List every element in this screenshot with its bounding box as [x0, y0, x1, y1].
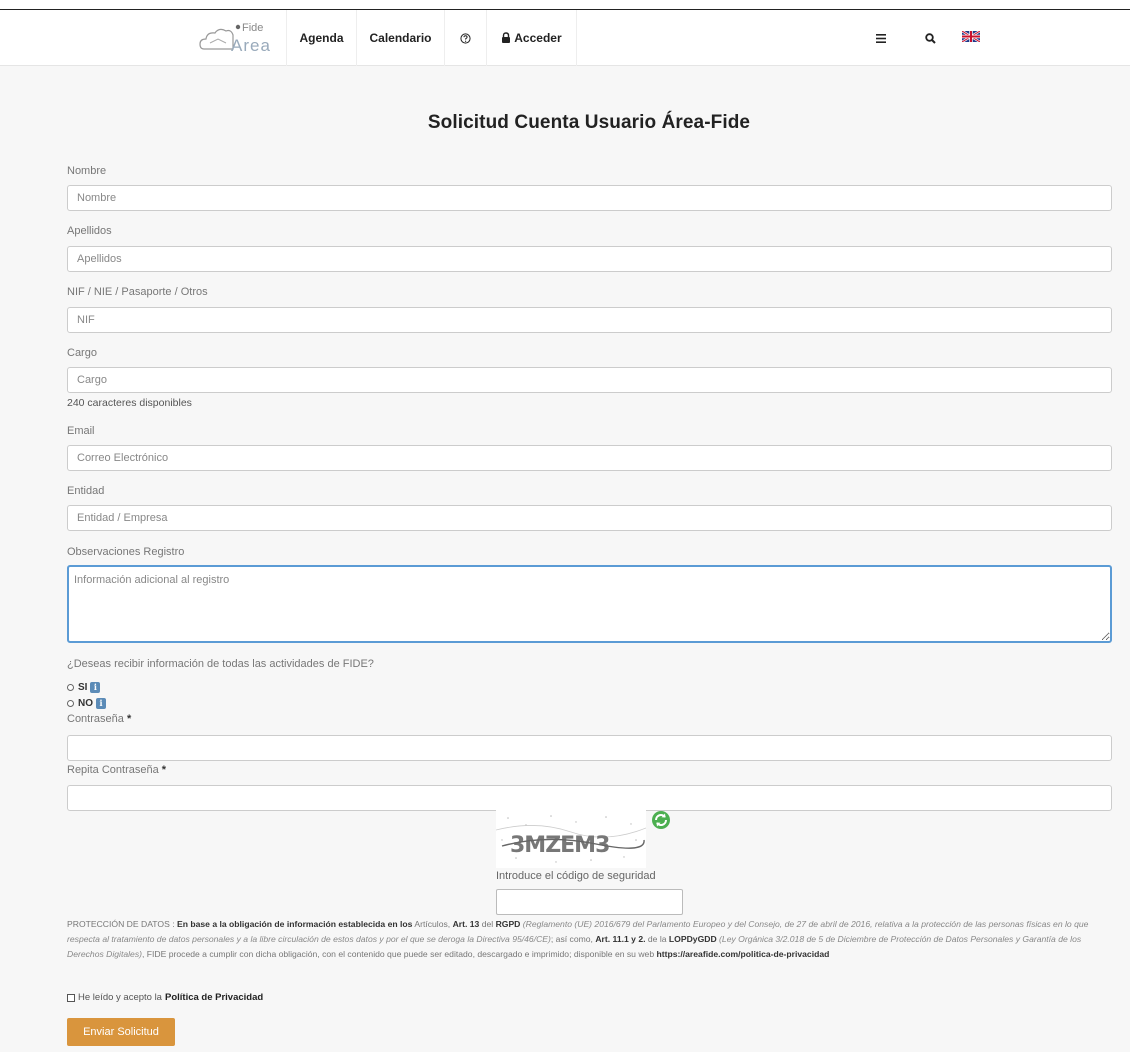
radio-no[interactable]: NO i	[67, 697, 106, 709]
privacy-notice: PROTECCIÓN DE DATOS : En base a la oblig…	[67, 917, 1117, 962]
info-icon[interactable]: i	[90, 681, 101, 693]
nav-agenda[interactable]: Agenda	[286, 10, 356, 66]
nombre-input[interactable]	[67, 185, 1112, 211]
privacy-bold: LOPDyGDD	[668, 934, 717, 944]
search-icon	[924, 33, 936, 44]
captcha-label: Introduce el código de seguridad	[496, 870, 656, 882]
cargo-input[interactable]	[67, 367, 1112, 393]
privacy-text: del	[479, 919, 496, 929]
navbar: Fide Area Agenda Calendario Acceder	[0, 10, 1130, 66]
help-circle-icon	[460, 33, 471, 44]
radio-no-circle[interactable]	[67, 699, 74, 707]
hamburger-icon	[876, 34, 886, 44]
captcha-input[interactable]	[496, 889, 683, 915]
nombre-label: Nombre	[67, 165, 107, 177]
privacy-bold: RGPD	[495, 919, 521, 929]
accept-privacy-text: He leído y acepto la	[78, 992, 162, 1003]
logo-text-bottom: Area	[231, 36, 271, 55]
privacy-text: , FIDE procede a cumplir con dicha oblig…	[142, 949, 657, 959]
nav-login[interactable]: Acceder	[486, 10, 577, 66]
privacy-policy-link[interactable]: Política de Privacidad	[165, 992, 263, 1003]
refresh-captcha-icon[interactable]	[651, 810, 671, 830]
site-logo[interactable]: Fide Area	[198, 19, 276, 59]
captcha-text: 3MZEM3	[510, 833, 609, 858]
page-title: Solicitud Cuenta Usuario Área-Fide	[427, 112, 751, 133]
entidad-input[interactable]	[67, 505, 1112, 531]
nif-input[interactable]	[67, 307, 1112, 333]
apellidos-input[interactable]	[67, 246, 1112, 272]
privacy-text: ; así como,	[550, 934, 596, 944]
login-label: Acceder	[514, 31, 562, 45]
submit-button[interactable]: Enviar Solicitud	[67, 1018, 175, 1046]
privacy-bold: Art. 13	[452, 919, 480, 929]
radio-yes[interactable]: SI i	[67, 681, 101, 693]
entidad-label: Entidad	[67, 485, 105, 497]
search-button[interactable]	[918, 10, 942, 66]
info-icon[interactable]: i	[96, 697, 106, 709]
required-mark: *	[126, 713, 132, 725]
cargo-label: Cargo	[67, 347, 97, 359]
radio-yes-circle[interactable]	[67, 683, 74, 691]
email-input[interactable]	[67, 445, 1112, 471]
accept-privacy-checkbox[interactable]	[67, 993, 75, 1002]
required-mark: *	[161, 764, 167, 776]
password-label: Contraseña *	[67, 713, 131, 725]
privacy-text: Artículos,	[412, 919, 453, 929]
accept-privacy-row[interactable]: He leído y acepto la Política de Privaci…	[67, 992, 263, 1003]
lock-icon	[502, 32, 511, 43]
newsletter-question: ¿Deseas recibir información de todas las…	[67, 658, 374, 670]
privacy-bold: Art. 11.1 y 2.	[595, 934, 646, 944]
observaciones-label: Observaciones Registro	[67, 546, 185, 558]
uk-flag-icon[interactable]	[962, 31, 980, 42]
apellidos-label: Apellidos	[67, 225, 112, 237]
top-border	[0, 0, 1130, 10]
email-label: Email	[67, 425, 95, 437]
privacy-text: de la	[645, 934, 669, 944]
nif-label: NIF / NIE / Pasaporte / Otros	[67, 286, 208, 298]
password-repeat-input[interactable]	[67, 785, 1112, 811]
privacy-bold: En base a la obligación de información e…	[176, 919, 413, 929]
radio-no-label: NO	[78, 697, 93, 709]
nav-calendario[interactable]: Calendario	[356, 10, 444, 66]
password-label-text: Contraseña	[67, 713, 124, 725]
captcha-image: 3MZEM3	[496, 810, 646, 868]
observaciones-textarea[interactable]	[67, 565, 1112, 643]
password-repeat-label: Repita Contraseña *	[67, 764, 166, 776]
menu-button[interactable]	[868, 10, 894, 66]
privacy-policy-link[interactable]: https://areafide.com/politica-de-privaci…	[657, 949, 830, 959]
password-repeat-label-text: Repita Contraseña	[67, 764, 159, 776]
password-input[interactable]	[67, 735, 1112, 761]
nav-help[interactable]	[444, 10, 486, 66]
cargo-char-counter: 240 caracteres disponibles	[67, 397, 192, 409]
logo-text-top: Fide	[242, 22, 263, 34]
privacy-heading: PROTECCIÓN DE DATOS :	[67, 919, 177, 929]
radio-yes-label: SI	[78, 681, 88, 693]
